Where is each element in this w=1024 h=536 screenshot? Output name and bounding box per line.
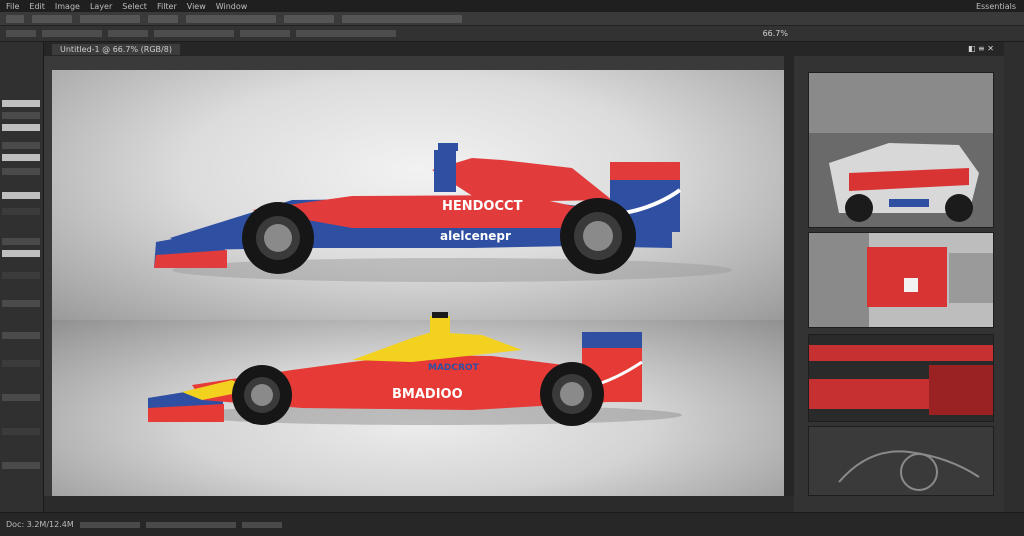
- tool-preset-icon[interactable]: [6, 14, 24, 23]
- menu-item-file[interactable]: File: [6, 2, 19, 11]
- menu-item-view[interactable]: View: [187, 2, 206, 11]
- zoom-level[interactable]: 66.7%: [763, 29, 788, 38]
- panel-field[interactable]: [2, 142, 40, 149]
- right-reference-panel: ◧ ≡ ✕: [794, 42, 1004, 530]
- panel-field[interactable]: [2, 168, 40, 175]
- ruler-vertical[interactable]: [44, 56, 52, 496]
- blue-race-car: HENDOCCT alelcenepr: [154, 143, 732, 282]
- panel-field[interactable]: [2, 272, 40, 279]
- layers-icon[interactable]: ◧ ≡ ✕: [968, 44, 994, 53]
- toolbar-control[interactable]: [154, 30, 234, 37]
- status-field: [145, 521, 236, 528]
- panel-field[interactable]: [2, 250, 40, 257]
- toolbar-control[interactable]: [42, 30, 102, 37]
- menu-item-window[interactable]: Window: [216, 2, 248, 11]
- option-field[interactable]: [32, 14, 72, 23]
- toolbar-control[interactable]: [240, 30, 290, 37]
- car2-livery-text-1: BMADIOO: [392, 387, 463, 402]
- panel-divider[interactable]: [784, 56, 794, 496]
- panel-field[interactable]: [2, 208, 40, 215]
- ruler-horizontal[interactable]: [52, 56, 784, 70]
- thumbnail-red-car-side[interactable]: [808, 232, 994, 328]
- toolbar-control[interactable]: [296, 30, 396, 37]
- options-bar: [0, 12, 1024, 26]
- right-panel-header: ◧ ≡ ✕: [794, 42, 1004, 56]
- thumbnail-red-car-rear[interactable]: [808, 72, 994, 228]
- option-field[interactable]: [80, 14, 140, 23]
- status-field: [241, 521, 282, 528]
- document-info: Doc: 3.2M/12.4M: [6, 520, 74, 529]
- toolbar-control[interactable]: [108, 30, 148, 37]
- vertical-scrollbar[interactable]: [1004, 42, 1024, 530]
- menu-item-image[interactable]: Image: [55, 2, 80, 11]
- car1-livery-text-1: HENDOCCT: [442, 199, 523, 214]
- panel-field[interactable]: [2, 124, 40, 131]
- document-tab-bar: Untitled-1 @ 66.7% (RGB/8): [44, 42, 794, 56]
- toolbar-control[interactable]: [6, 30, 36, 37]
- secondary-toolbar: [0, 26, 1024, 42]
- thumbnail-red-car-detail[interactable]: [808, 334, 994, 422]
- thumbnail-sketch[interactable]: [808, 426, 994, 496]
- option-field[interactable]: [186, 14, 276, 23]
- menu-item-select[interactable]: Select: [122, 2, 147, 11]
- option-field[interactable]: [342, 14, 462, 23]
- menu-item-edit[interactable]: Edit: [29, 2, 45, 11]
- panel-field[interactable]: [2, 192, 40, 199]
- document-tab[interactable]: Untitled-1 @ 66.7% (RGB/8): [52, 43, 180, 55]
- status-bar: Doc: 3.2M/12.4M: [0, 512, 1024, 536]
- car1-livery-text-2: alelcenepr: [440, 229, 511, 243]
- panel-field[interactable]: [2, 100, 40, 107]
- status-field: [79, 521, 140, 528]
- panel-field[interactable]: [2, 238, 40, 245]
- panel-field[interactable]: [2, 360, 40, 367]
- panel-field[interactable]: [2, 332, 40, 339]
- car2-livery-text-2: MADCROT: [428, 363, 480, 373]
- panel-field[interactable]: [2, 154, 40, 161]
- document-canvas[interactable]: HENDOCCT alelcenepr BMADIOO MADCROT: [52, 70, 784, 496]
- panel-field[interactable]: [2, 112, 40, 119]
- option-field[interactable]: [148, 14, 178, 23]
- workspace-selector[interactable]: Essentials: [976, 2, 1016, 11]
- left-properties-panel: [0, 42, 44, 512]
- option-field[interactable]: [284, 14, 334, 23]
- race-car-illustrations: HENDOCCT alelcenepr BMADIOO MADCROT: [148, 143, 732, 426]
- menu-bar: File Edit Image Layer Select Filter View…: [0, 0, 1024, 12]
- panel-field[interactable]: [2, 462, 40, 469]
- menu-item-layer[interactable]: Layer: [90, 2, 112, 11]
- panel-field[interactable]: [2, 300, 40, 307]
- panel-field[interactable]: [2, 428, 40, 435]
- menu-item-filter[interactable]: Filter: [157, 2, 177, 11]
- red-race-car: BMADIOO MADCROT: [148, 312, 682, 426]
- panel-field[interactable]: [2, 394, 40, 401]
